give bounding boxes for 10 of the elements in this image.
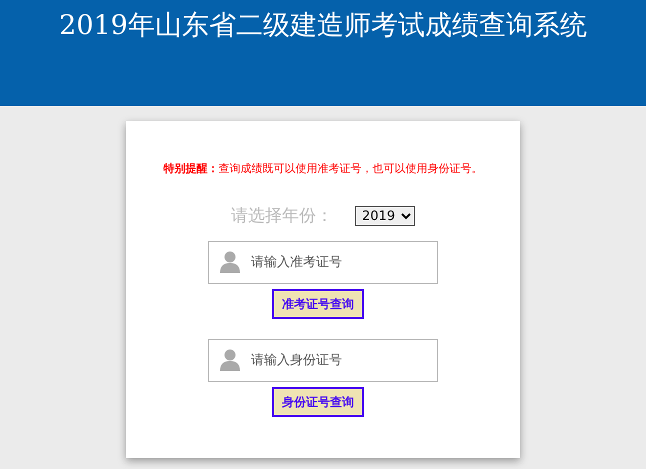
year-label: 请选择年份：	[231, 204, 333, 228]
page-title: 2019年山东省二级建造师考试成绩查询系统	[58, 9, 588, 42]
notice-text: 特别提醒：查询成绩既可以使用准考证号，也可以使用身份证号。	[162, 161, 484, 177]
query-button[interactable]: 身份证号查询	[272, 387, 364, 417]
input-field[interactable]: 请输入身份证号	[208, 339, 438, 382]
input-field[interactable]: 请输入准考证号	[208, 241, 438, 284]
user-icon	[220, 251, 240, 273]
query-button[interactable]: 准考证号查询	[272, 289, 364, 319]
user-icon	[220, 349, 240, 371]
year-select[interactable]: 2019	[355, 206, 415, 226]
